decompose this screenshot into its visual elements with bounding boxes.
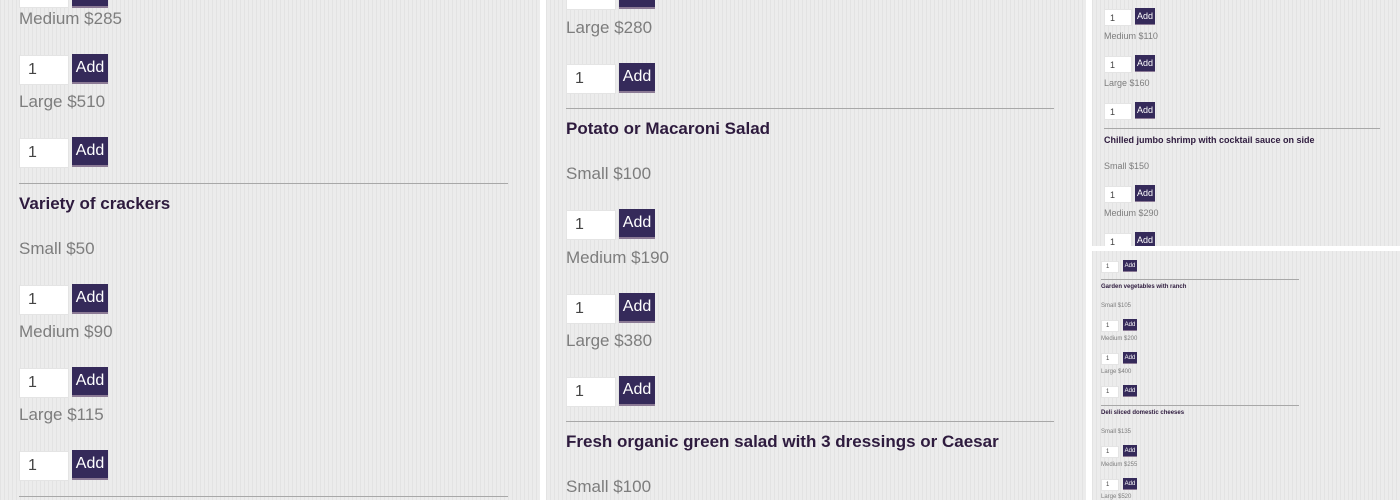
add-button[interactable]: Add (72, 284, 108, 314)
catering-panel-4: 1 Add Garden vegetables with ranch Small… (1092, 251, 1400, 500)
add-button[interactable]: Add (1123, 352, 1137, 364)
divider (566, 421, 1054, 422)
item-title-green-salad: Fresh organic green salad with 3 dressin… (566, 432, 999, 451)
divider (19, 183, 508, 184)
price-large: Large $400 (1101, 369, 1132, 375)
quantity-input[interactable]: 1 (1101, 386, 1119, 398)
item-title-crackers: Variety of crackers (19, 194, 171, 213)
quantity-input[interactable]: 1 (19, 55, 69, 85)
price-large: Large $280 (566, 18, 653, 37)
add-button[interactable]: Add (1135, 8, 1155, 25)
add-button[interactable]: Add (619, 209, 655, 239)
item-title-shrimp: Chilled jumbo shrimp with cocktail sauce… (1104, 135, 1315, 145)
add-button[interactable]: Add (72, 54, 108, 84)
add-button[interactable]: Add (1123, 385, 1137, 397)
quantity-input[interactable]: 1 (19, 285, 69, 315)
divider (1101, 279, 1299, 280)
divider (19, 496, 508, 497)
add-button[interactable]: Add (619, 376, 655, 406)
add-button[interactable]: Add (72, 450, 108, 480)
price-small: Small $100 (566, 477, 652, 496)
add-button[interactable]: Add (72, 367, 108, 397)
quantity-input[interactable]: 1 (1104, 9, 1132, 26)
divider (1104, 128, 1380, 129)
quantity-input[interactable]: 1 (1104, 233, 1132, 246)
add-button[interactable]: Add (1135, 185, 1155, 202)
price-medium: Medium $255 (1101, 462, 1138, 468)
price-small: Small $50 (19, 239, 95, 258)
price-large: Large $380 (566, 331, 653, 350)
divider (566, 108, 1054, 109)
price-medium: Medium $285 (19, 9, 123, 28)
quantity-input[interactable]: 1 (566, 294, 616, 324)
add-button[interactable]: Add (1123, 319, 1137, 331)
quantity-input[interactable]: 1 (1104, 103, 1132, 120)
quantity-input[interactable]: 1 (1101, 353, 1119, 365)
price-medium: Medium $90 (19, 322, 113, 341)
quantity-input[interactable]: 1 (1101, 446, 1119, 458)
catering-panel-1: 1 Add Medium $285 1 Add Large $510 1 Add… (0, 0, 540, 500)
quantity-input[interactable]: 1 (1104, 186, 1132, 203)
price-medium: Medium $290 (1104, 208, 1159, 218)
price-small: Small $105 (1101, 303, 1132, 309)
price-large: Large $510 (19, 92, 106, 111)
quantity-input[interactable]: 1 (566, 64, 616, 94)
price-medium: Medium $200 (1101, 336, 1138, 342)
price-small: Small $100 (566, 164, 652, 183)
price-large: Large $160 (1104, 78, 1150, 88)
add-button[interactable]: Add (1123, 478, 1137, 490)
add-button[interactable]: Add (72, 0, 108, 8)
price-large: Large $520 (1101, 494, 1132, 500)
add-button[interactable]: Add (1123, 260, 1137, 272)
quantity-input[interactable]: 1 (1101, 320, 1119, 332)
add-button[interactable]: Add (72, 137, 108, 167)
quantity-input[interactable]: 1 (1104, 56, 1132, 73)
add-button[interactable]: Add (1123, 445, 1137, 457)
quantity-input[interactable]: 1 (19, 368, 69, 398)
item-title-vegetables: Garden vegetables with ranch (1101, 284, 1187, 290)
quantity-input[interactable]: 1 (19, 451, 69, 481)
quantity-input[interactable]: 1 (566, 210, 616, 240)
price-medium: Medium $110 (1104, 31, 1158, 41)
add-button[interactable]: Add (619, 0, 655, 9)
quantity-input[interactable]: 1 (566, 377, 616, 407)
add-button[interactable]: Add (1135, 102, 1155, 119)
quantity-input[interactable]: 1 (19, 138, 69, 168)
add-button[interactable]: Add (1135, 232, 1155, 246)
divider (1101, 405, 1299, 406)
add-button[interactable]: Add (619, 63, 655, 93)
catering-panel-3: 1 Add Medium $110 1 Add Large $160 1 Add… (1092, 0, 1400, 246)
price-small: Small $135 (1101, 429, 1132, 435)
item-title-cheeses: Deli sliced domestic cheeses (1101, 410, 1185, 416)
price-small: Small $150 (1104, 161, 1150, 171)
quantity-input[interactable]: 1 (1101, 479, 1119, 491)
add-button[interactable]: Add (1135, 55, 1155, 72)
price-large: Large $115 (19, 405, 104, 424)
price-medium: Medium $190 (566, 248, 670, 267)
catering-panel-2: 1 Add Large $280 1 Add Potato or Macaron… (546, 0, 1086, 500)
quantity-input[interactable]: 1 (566, 0, 616, 10)
add-button[interactable]: Add (619, 293, 655, 323)
item-title-potato-salad: Potato or Macaroni Salad (566, 119, 771, 138)
quantity-input[interactable]: 1 (19, 0, 69, 8)
quantity-input[interactable]: 1 (1101, 261, 1119, 273)
